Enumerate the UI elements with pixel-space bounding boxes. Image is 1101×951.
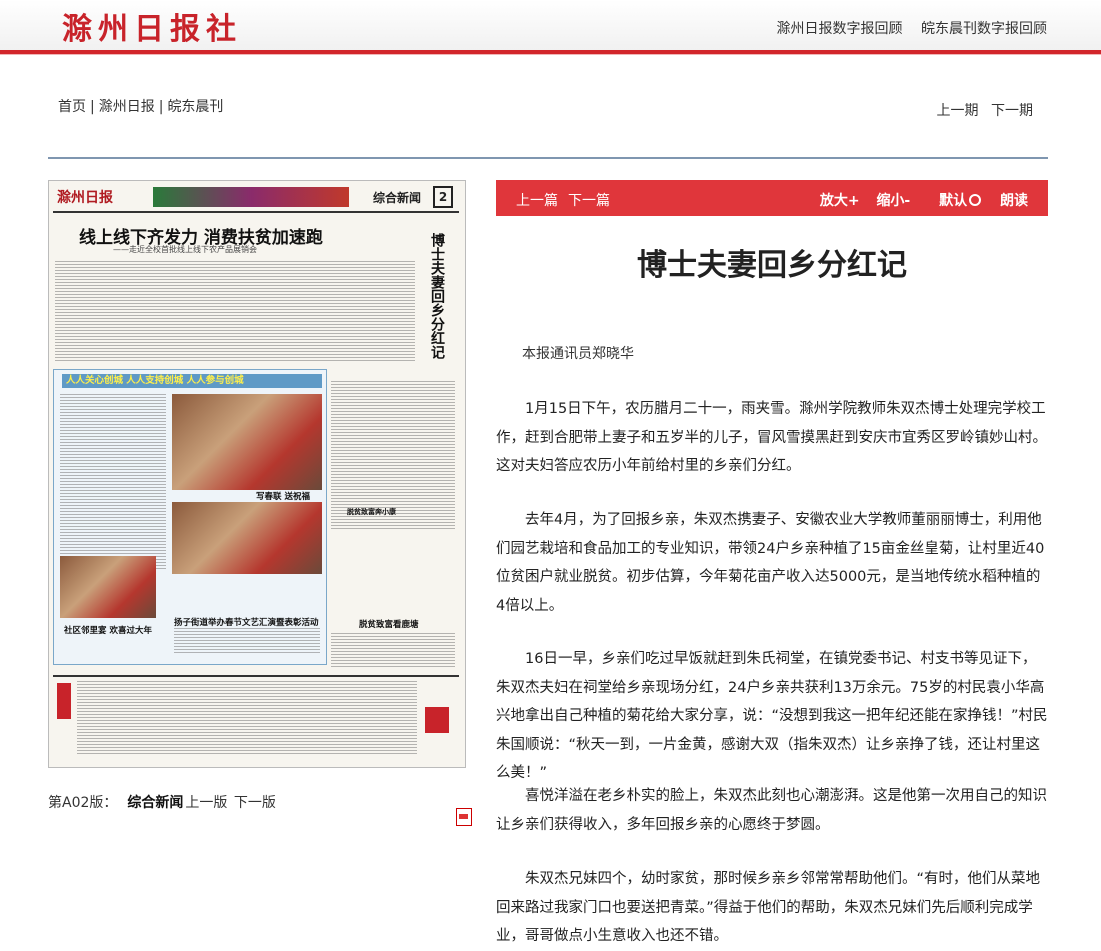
archive-links: 滁州日报数字报回顾 皖东晨刊数字报回顾	[763, 18, 1047, 38]
prev-issue-link[interactable]: 上一期	[937, 103, 979, 119]
nav-home-link[interactable]: 首页	[58, 99, 86, 115]
breadcrumb: 首页 | 滁州日报 | 皖东晨刊	[58, 96, 223, 116]
wandong-archive-link[interactable]: 皖东晨刊数字报回顾	[921, 21, 1047, 37]
paper-photo-banquet	[60, 556, 156, 618]
paper-caption-gala: 扬子街道举办春节文艺汇演暨表彰活动	[174, 618, 319, 628]
paper-caption-couplets: 写春联 送祝福	[256, 492, 310, 502]
paper-text-block	[60, 394, 166, 570]
next-page-link[interactable]: 下一版	[234, 795, 276, 811]
article-paragraph: 1月15日下午，农历腊月二十一，雨夹雪。滁州学院教师朱双杰博士处理完学校工作，赶…	[496, 401, 1047, 474]
header-red-rule-thin	[0, 54, 1101, 55]
paper-civic-banner: 人人关心创城 人人支持创城 人人参与创城	[62, 374, 322, 388]
paper-page-number: 2	[433, 186, 453, 208]
paper-bottom-band	[53, 675, 459, 763]
article-paragraph: 16日一早，乡亲们吃过早饭就赶到朱氏祠堂，在镇党委书记、村支书等见证下，朱双杰夫…	[496, 651, 1048, 781]
read-aloud-button[interactable]: 朗读	[1000, 193, 1028, 209]
prev-article-link[interactable]: 上一篇	[516, 190, 558, 210]
paper-masthead-row: 滁州日报 综合新闻 2	[53, 185, 459, 213]
paper-civic-feature[interactable]: 人人关心创城 人人支持创城 人人参与创城 写春联 送祝福 扬子街道举办春节文艺汇…	[53, 369, 327, 665]
next-article-link[interactable]: 下一篇	[568, 190, 610, 210]
site-logo[interactable]: 滁州日报社	[62, 4, 242, 48]
radio-dot-icon	[969, 194, 982, 206]
paper-masthead: 滁州日报	[57, 190, 113, 206]
default-size-label: 默认	[939, 193, 968, 209]
article-title: 博士夫妻回乡分红记	[637, 248, 907, 283]
article-paragraph: 喜悦洋溢在老乡朴实的脸上，朱双杰此刻也心潮澎湃。这是他第一次用自己的知识让乡亲们…	[496, 788, 1047, 833]
paper-section-name: 综合新闻	[373, 191, 422, 205]
paper-top-ad	[153, 187, 349, 207]
nav-divider	[48, 157, 1048, 159]
top-banner: 滁州日报社 滁州日报数字报回顾 皖东晨刊数字报回顾	[0, 0, 1101, 50]
article-tools: 放大+ 缩小- 默认 朗读	[808, 190, 1028, 210]
article-toolbar: 上一篇 下一篇 放大+ 缩小- 默认 朗读	[496, 180, 1048, 216]
chuzhou-daily-archive-link[interactable]: 滁州日报数字报回顾	[777, 21, 903, 37]
page-caption: 第A02版： 综合新闻 上一版 下一版	[48, 792, 276, 812]
paper-text-block[interactable]	[331, 633, 455, 669]
paper-bottom-red-tag	[425, 707, 449, 733]
paper-photo-calligraphy	[172, 502, 322, 574]
prev-page-link[interactable]: 上一版	[185, 795, 227, 811]
paper-caption-lutang: 脱贫致富看鹿塘	[359, 620, 419, 630]
nav-separator: |	[158, 99, 164, 115]
paper-text-block	[174, 628, 320, 654]
default-size-button[interactable]: 默认	[927, 193, 983, 209]
edition-section: 综合新闻	[127, 795, 184, 811]
newspaper-page-thumbnail[interactable]: 滁州日报 综合新闻 2 线上线下齐发力 消费扶贫加速跑 ——走近全校首批线上线下…	[48, 180, 466, 768]
paper-vertical-headline[interactable]: 博士夫妻回乡分红记	[429, 233, 445, 359]
paper-caption-banquet: 社区邻里宴 欢喜过大年	[64, 626, 152, 636]
paper-text-block[interactable]	[77, 681, 417, 755]
paper-bottom-red-tag	[57, 683, 71, 719]
paper-photo-couplets	[172, 394, 322, 490]
edition-label: 第A02版：	[48, 795, 118, 811]
zoom-out-button[interactable]: 缩小-	[876, 193, 910, 209]
nav-separator: |	[90, 99, 95, 115]
paper-text-block[interactable]	[55, 261, 415, 363]
article-paragraph: 去年4月，为了回报乡亲，朱双杰携妻子、安徽农业大学教师董丽丽博士，利用他们园艺栽…	[496, 512, 1045, 614]
article-byline: 本报通讯员郑晓华	[522, 346, 634, 362]
nav-wandong-link[interactable]: 皖东晨刊	[167, 99, 223, 115]
nav-chuzhou-daily-link[interactable]: 滁州日报	[99, 99, 155, 115]
zoom-in-button[interactable]: 放大+	[820, 193, 860, 209]
next-issue-link[interactable]: 下一期	[991, 103, 1033, 119]
issue-nav: 上一期 下一期	[929, 100, 1033, 120]
article-paragraph: 朱双杰兄妹四个，幼时家贫，那时候乡亲乡邻常常帮助他们。“有时，他们从菜地回来路过…	[496, 871, 1041, 944]
paper-subheadline: ——走近全校首批线上线下农产品展销会	[113, 245, 257, 254]
paper-caption-poverty: 脱贫致富奔小康	[347, 508, 396, 516]
pdf-download-icon[interactable]	[456, 808, 472, 826]
